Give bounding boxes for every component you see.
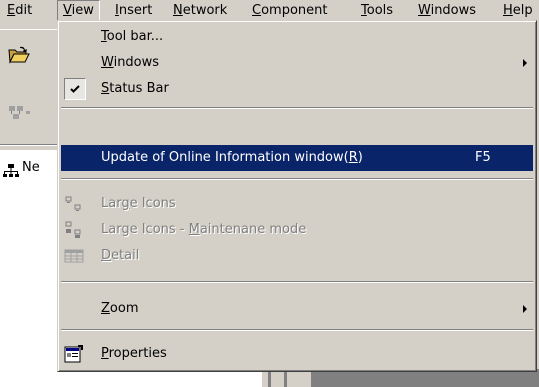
menu-network[interactable]: Network xyxy=(168,0,232,22)
toolbar-divider-highlight xyxy=(0,145,60,146)
menu-windows[interactable]: Windows xyxy=(413,0,481,22)
submenu-arrow-icon xyxy=(523,59,527,67)
application-window: Edit View Insert Network Component Tools… xyxy=(0,0,539,387)
menu-item-status-bar[interactable]: Status Bar xyxy=(61,76,533,102)
menu-item-label: Status Bar xyxy=(101,81,169,96)
detail-icon xyxy=(64,246,84,266)
menu-component[interactable]: Component xyxy=(247,0,332,22)
shortcut-label: F5 xyxy=(475,150,491,165)
toolbar-divider xyxy=(0,29,60,30)
network-tree-root-label[interactable]: Ne xyxy=(22,160,40,175)
menu-item-detail: Detail xyxy=(61,243,533,269)
menu-item-label: Update of Online Information window(R) xyxy=(101,150,363,165)
menu-item-tool-bar[interactable]: Tool bar... xyxy=(61,24,533,50)
menu-item-label: Large Icons - Maintenane mode xyxy=(101,222,307,237)
network-config-icon[interactable] xyxy=(8,105,32,125)
open-folder-icon[interactable] xyxy=(8,46,30,68)
submenu-arrow-icon xyxy=(523,305,527,313)
menu-item-zoom[interactable]: Zoom xyxy=(61,296,533,322)
menu-item-label: Zoom xyxy=(101,301,139,316)
menu-item-label: Detail xyxy=(101,248,140,263)
menu-tools[interactable]: Tools xyxy=(356,0,398,22)
menu-help[interactable]: Help xyxy=(498,0,538,22)
large-icons-maintenance-icon xyxy=(64,220,84,240)
network-tree-icon xyxy=(3,164,19,182)
menu-insert[interactable]: Insert xyxy=(110,0,157,22)
menu-separator xyxy=(61,281,533,283)
menu-item-windows[interactable]: Windows xyxy=(61,50,533,76)
view-menu-dropdown: Tool bar... Windows Status Bar Update of… xyxy=(57,20,537,372)
menu-separator xyxy=(61,178,533,180)
menu-item-large-icons: Large Icons xyxy=(61,191,533,217)
menu-item-label: Windows xyxy=(101,55,160,70)
menu-separator xyxy=(61,107,533,109)
menu-item-properties[interactable]: Properties xyxy=(61,341,533,367)
menu-item-label: Tool bar... xyxy=(101,29,164,44)
large-icons-icon xyxy=(64,194,84,214)
menu-edit[interactable]: Edit xyxy=(2,0,37,22)
checkmark-icon xyxy=(64,78,86,100)
menu-separator xyxy=(61,329,533,331)
menu-item-update-online-info[interactable]: Update of Online Information window(R) F… xyxy=(61,145,533,171)
menu-view[interactable]: View xyxy=(57,0,100,22)
properties-icon xyxy=(64,344,84,364)
menu-item-large-icons-maintenance: Large Icons - Maintenane mode xyxy=(61,217,533,243)
menu-item-label: Properties xyxy=(101,346,167,361)
menu-item-label: Large Icons xyxy=(101,196,176,211)
menu-bar: Edit View Insert Network Component Tools… xyxy=(0,0,539,22)
